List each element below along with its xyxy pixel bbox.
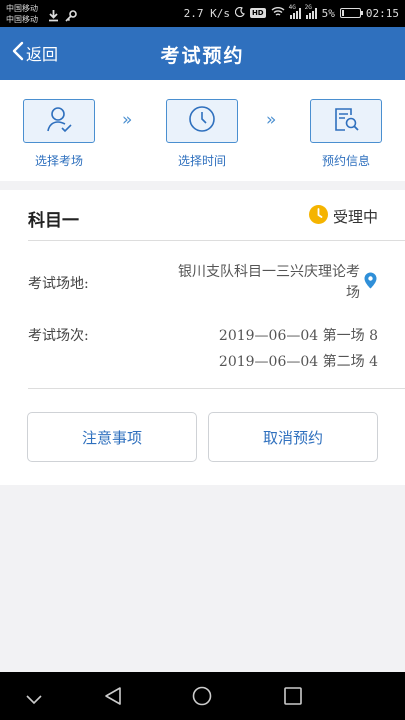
recent-apps-icon[interactable] (284, 687, 302, 709)
venue-line-1: 银川支队科目一三兴庆理论考 (178, 264, 360, 280)
step-label: 预约信息 (321, 154, 370, 168)
step-booking-info[interactable]: 预约信息 (309, 99, 383, 169)
step-label: 选择时间 (177, 154, 226, 168)
system-nav-bar (0, 672, 405, 720)
clock-status-icon (308, 205, 328, 228)
status-bar: 中国移动 中国移动 2.7 K/s HD 4G 2G 5% 02:15 (0, 0, 405, 27)
location-pin-icon[interactable] (364, 272, 377, 293)
carrier-info: 中国移动 中国移动 (6, 3, 38, 25)
notification-icons (48, 7, 77, 26)
status-indicators: 2.7 K/s HD 4G 2G 5% 02:15 (183, 4, 399, 20)
notes-button[interactable]: 注意事项 (27, 412, 197, 462)
session-item: 2019—06—04 第二场 4 (218, 354, 378, 370)
signal-2g-icon: 2G (305, 4, 317, 19)
double-chevron-icon: » (122, 110, 133, 130)
venue-line-2: 场 (346, 285, 360, 301)
divider (28, 240, 405, 241)
back-triangle-icon[interactable] (104, 686, 122, 710)
status-label: 受理中 (332, 208, 378, 226)
subject-title: 科目一 (28, 211, 79, 231)
app-header: 返回 考试预约 (0, 27, 405, 80)
moon-icon (234, 6, 245, 20)
session-label: 考试场次: (28, 328, 89, 344)
page-title: 考试预约 (160, 45, 245, 67)
download-icon (48, 7, 59, 26)
network-speed: 2.7 K/s (183, 6, 230, 20)
carrier-2: 中国移动 (6, 15, 38, 24)
status-badge: 受理中 (308, 205, 378, 228)
person-check-icon (46, 105, 72, 137)
venue-label: 考试场地: (28, 276, 89, 292)
step-select-time[interactable]: 选择时间 (165, 99, 239, 169)
document-search-icon (332, 105, 360, 137)
cancel-booking-button[interactable]: 取消预约 (208, 412, 378, 462)
clock-icon (188, 105, 216, 137)
step-label: 选择考场 (34, 154, 83, 168)
booking-steps: 选择考场 » 选择时间 » 预约信息 (0, 80, 405, 181)
venue-value: 银川支队科目一三兴庆理论考 场 (122, 262, 360, 304)
step-select-venue[interactable]: 选择考场 (22, 99, 96, 169)
session-item: 2019—06—04 第一场 8 (218, 328, 378, 344)
divider (28, 388, 405, 389)
signal-4g-icon: 4G (289, 4, 301, 19)
battery-percent: 5% (321, 6, 335, 20)
step-icon-box (166, 99, 238, 143)
key-icon (65, 7, 77, 26)
battery-icon (339, 8, 363, 18)
net-2-label: 2G (304, 3, 312, 11)
carrier-1: 中国移动 (6, 4, 38, 13)
booking-card: 科目一 受理中 考试场地: 银川支队科目一三兴庆理论考 场 考试场次: 2019… (0, 190, 405, 485)
chevron-down-icon[interactable] (26, 690, 42, 709)
wifi-icon (271, 6, 285, 20)
net-1-label: 4G (288, 3, 296, 11)
clock-time: 02:15 (365, 6, 399, 20)
double-chevron-icon: » (266, 110, 277, 130)
hd-badge: HD (249, 8, 266, 18)
step-icon-box (23, 99, 95, 143)
step-icon-box (310, 99, 382, 143)
home-circle-icon[interactable] (192, 686, 212, 710)
